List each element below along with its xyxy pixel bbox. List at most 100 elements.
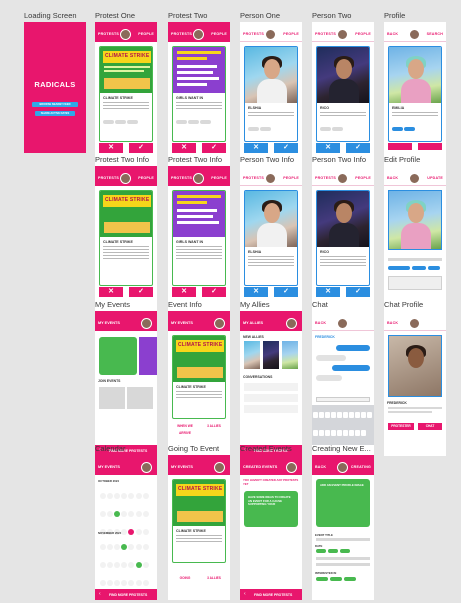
avatar[interactable] <box>265 173 276 184</box>
interest-chip[interactable] <box>344 577 356 581</box>
avatar[interactable] <box>286 318 297 329</box>
chat-button[interactable]: CHAT <box>418 423 442 430</box>
avatar[interactable] <box>214 462 225 473</box>
tab-protests[interactable]: PROTESTS <box>315 176 336 180</box>
keyboard[interactable] <box>312 405 374 454</box>
accept-button[interactable]: ✓ <box>346 143 370 153</box>
interest-chip[interactable] <box>412 266 426 270</box>
tab-protests[interactable]: PROTESTS <box>171 176 192 180</box>
profile-action-left[interactable] <box>388 143 412 150</box>
date-chip[interactable] <box>316 549 326 553</box>
tab-people[interactable]: PEOPLE <box>283 32 299 36</box>
date-chip[interactable] <box>328 549 338 553</box>
create-button[interactable]: CREATING <box>351 465 371 469</box>
image-upload-box[interactable]: ADD AN EVENT PROFILE IMAGE <box>316 479 370 527</box>
accept-button[interactable]: ✓ <box>202 143 226 153</box>
when-button[interactable]: WHEN WE ARRIVE <box>172 423 198 435</box>
avatar[interactable] <box>409 29 420 40</box>
avatar[interactable] <box>141 318 152 329</box>
title-input[interactable] <box>316 538 370 541</box>
protest-card[interactable]: CLIMATE STRIKE CLIMATE STRIKE <box>99 190 153 286</box>
tab-people[interactable]: PEOPLE <box>355 32 371 36</box>
tab-protests[interactable]: PROTESTS <box>315 32 336 36</box>
footer-bar[interactable]: ‹ FIND MORE PROTESTS <box>240 589 302 600</box>
tab-protests[interactable]: PROTESTS <box>98 176 119 180</box>
avatar[interactable] <box>120 29 131 40</box>
reject-button[interactable]: ✕ <box>99 287 123 297</box>
avatar[interactable] <box>193 29 204 40</box>
update-button[interactable]: UPDATE <box>427 176 443 180</box>
accept-button[interactable]: ✓ <box>129 143 153 153</box>
conversation-row[interactable] <box>244 394 298 402</box>
tab-people[interactable]: PEOPLE <box>355 176 371 180</box>
conversation-row[interactable] <box>244 383 298 391</box>
profile-photo[interactable] <box>388 190 442 250</box>
person-card[interactable]: ELSHIA <box>244 190 298 286</box>
back-arrow-icon[interactable]: ‹ <box>244 591 246 597</box>
tab-people[interactable]: PEOPLE <box>283 176 299 180</box>
message-input[interactable] <box>316 397 370 402</box>
reject-button[interactable]: ✕ <box>172 287 196 297</box>
avatar[interactable] <box>409 173 420 184</box>
back-button[interactable]: BACK <box>387 32 398 36</box>
ally-photo[interactable] <box>244 341 260 369</box>
avatar[interactable] <box>265 29 276 40</box>
tab-people[interactable]: PEOPLE <box>211 32 227 36</box>
description-input[interactable] <box>316 563 370 566</box>
avatar[interactable] <box>141 462 152 473</box>
avatar[interactable] <box>337 318 348 329</box>
avatar[interactable] <box>193 173 204 184</box>
event-card[interactable] <box>139 337 157 375</box>
back-arrow-icon[interactable]: ‹ <box>99 591 101 597</box>
description-input[interactable] <box>316 557 370 560</box>
person-card[interactable]: RICO <box>316 46 370 142</box>
date-chip[interactable] <box>340 549 350 553</box>
avatar[interactable] <box>214 318 225 329</box>
tab-protests[interactable]: PROTESTS <box>243 32 264 36</box>
conversation-row[interactable] <box>244 405 298 413</box>
reject-button[interactable]: ✕ <box>316 143 340 153</box>
avatar[interactable] <box>337 29 348 40</box>
search-button[interactable]: SEARCH <box>427 32 443 36</box>
edit-field[interactable] <box>388 258 442 261</box>
profile-action-right[interactable] <box>418 143 442 150</box>
interest-chip[interactable] <box>316 577 328 581</box>
back-button[interactable]: BACK <box>387 321 398 325</box>
ally-photo[interactable] <box>282 341 298 369</box>
protest-card[interactable]: GIRLS WANT IN <box>172 190 226 286</box>
reject-button[interactable]: ✕ <box>99 143 123 153</box>
accept-button[interactable]: ✓ <box>346 287 370 297</box>
tab-protests[interactable]: PROTESTS <box>171 32 192 36</box>
allies-button[interactable]: 3 ALLIES <box>202 423 226 430</box>
protest-card[interactable]: GIRLS WANT IN <box>172 46 226 142</box>
reject-button[interactable]: ✕ <box>316 287 340 297</box>
edit-field[interactable] <box>388 276 442 290</box>
tab-people[interactable]: PEOPLE <box>138 32 154 36</box>
event-card[interactable] <box>99 337 137 375</box>
going-button[interactable]: GOING <box>172 575 198 582</box>
event-thumb[interactable] <box>127 387 153 409</box>
accept-button[interactable]: ✓ <box>274 287 298 297</box>
tab-protests[interactable]: PROTESTS <box>98 32 119 36</box>
browse-button[interactable]: BROWSE NEARBY FEED <box>32 102 78 107</box>
avatar[interactable] <box>337 462 348 473</box>
interest-chip[interactable] <box>330 577 342 581</box>
calendar-grid[interactable] <box>99 538 153 592</box>
person-card[interactable]: RICO <box>316 190 370 286</box>
create-prompt-box[interactable]: HAVE SOME IDEAS TO CREATE AN EVENT FOR A… <box>244 491 298 527</box>
avatar[interactable] <box>120 173 131 184</box>
tab-people[interactable]: PEOPLE <box>138 176 154 180</box>
reject-button[interactable]: ✕ <box>244 143 268 153</box>
tab-people[interactable]: PEOPLE <box>211 176 227 180</box>
reject-button[interactable]: ✕ <box>172 143 196 153</box>
interest-chip[interactable] <box>428 266 440 270</box>
accept-button[interactable]: ✓ <box>274 143 298 153</box>
interest-chip[interactable] <box>388 266 410 270</box>
back-button[interactable]: BACK <box>315 321 326 325</box>
avatar[interactable] <box>409 318 420 329</box>
tab-protests[interactable]: PROTESTS <box>243 176 264 180</box>
avatar[interactable] <box>337 173 348 184</box>
share-button[interactable]: SHARE ACTIVE DATES <box>35 111 75 116</box>
accept-button[interactable]: ✓ <box>202 287 226 297</box>
accept-button[interactable]: ✓ <box>129 287 153 297</box>
